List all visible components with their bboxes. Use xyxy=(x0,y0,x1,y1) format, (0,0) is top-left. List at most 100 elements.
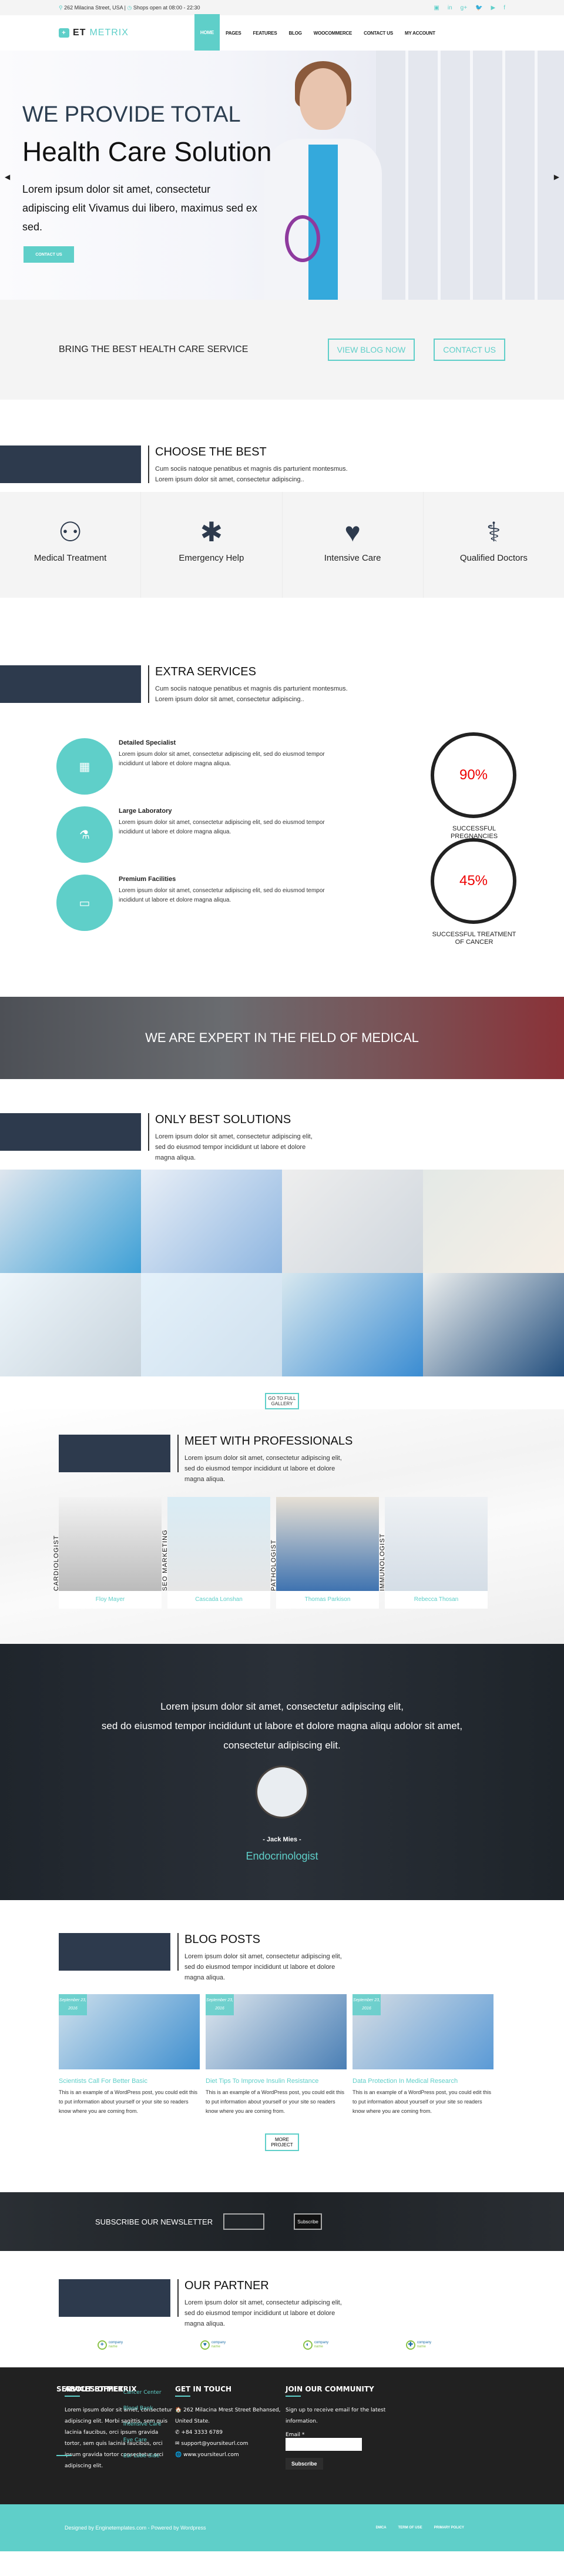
logo[interactable]: + ET METRIX xyxy=(59,28,129,38)
member-name[interactable]: Cascada Lonshan xyxy=(167,1591,270,1609)
twitter-icon[interactable]: 🐦 xyxy=(475,5,482,11)
laptop-icon: ▭ xyxy=(56,875,113,931)
footer-credit: Designed by Enginetemplates.com - Powere… xyxy=(65,2525,206,2531)
team-card[interactable]: Cascada Lonshan SEO MARKETING xyxy=(162,1497,270,1609)
post-image[interactable]: September 23, 2016 xyxy=(352,1994,494,2069)
gallery-image[interactable] xyxy=(282,1170,423,1273)
gallery-image[interactable] xyxy=(423,1273,564,1376)
footer-heading: JOIN OUR COMMUNITY xyxy=(286,2385,396,2397)
team-card[interactable]: Rebecca Thosan IMMUNOLOGIST xyxy=(379,1497,488,1609)
heading-block xyxy=(0,1113,141,1151)
footer-link-privacy[interactable]: PRIMARY POLICY xyxy=(434,2526,464,2530)
partner-logo[interactable]: + company name xyxy=(97,2340,123,2350)
feature-label: Qualified Doctors xyxy=(459,553,528,563)
section-line2: Lorem ipsum dolor sit amet, consectetur … xyxy=(155,476,304,483)
nav-woocommerce[interactable]: WOOCOMMERCE xyxy=(308,15,358,51)
blog-post[interactable]: September 23, 2016 Scientists Call For B… xyxy=(59,1994,200,2116)
section-title: EXTRA SERVICES xyxy=(155,665,256,678)
gallery-image[interactable] xyxy=(423,1170,564,1273)
contact-us-button[interactable]: CONTACT US xyxy=(434,339,505,361)
section-heading: BLOG POSTS Lorem ipsum dolor sit amet, c… xyxy=(0,1933,564,1981)
extra-services-section: EXTRA SERVICES Cum sociis natoque penati… xyxy=(0,665,564,997)
services-area: ▦ Detailed Specialist Lorem ipsum dolor s… xyxy=(0,703,564,997)
section-heading: CHOOSE THE BEST Cum sociis natoque penat… xyxy=(0,445,564,483)
slider-prev-arrow-icon[interactable]: ◀ xyxy=(5,173,10,181)
cta-bar-title: BRING THE BEST HEALTH CARE SERVICE xyxy=(59,344,249,354)
feature-item[interactable]: ⚕ Qualified Doctors xyxy=(424,492,564,598)
section-title: MEET WITH PROFESSIONALS xyxy=(184,1435,353,1448)
partner-logo[interactable]: ♥ company name xyxy=(200,2340,226,2350)
nav-blog[interactable]: BLOG xyxy=(283,15,307,51)
footer-service-link[interactable]: Cancer Center xyxy=(123,2385,162,2401)
testimonial-line1: Lorem ipsum dolor sit amet, consectetur … xyxy=(160,1701,404,1712)
nav-my-account[interactable]: MY ACCOUNT xyxy=(399,15,441,51)
youtube-icon[interactable]: ▶ xyxy=(491,5,496,11)
gallery-image[interactable] xyxy=(0,1170,141,1273)
linkedin-icon[interactable]: in xyxy=(448,5,452,11)
footer-service-link[interactable]: Eye Care xyxy=(123,2433,162,2448)
facebook-icon[interactable]: f xyxy=(503,5,505,11)
gallery-image[interactable] xyxy=(141,1170,282,1273)
circle-logo-icon: ◐ xyxy=(303,2340,313,2350)
footer-website[interactable]: 🌐 www.yoursiteurl.com xyxy=(175,2450,286,2461)
view-blog-button[interactable]: VIEW BLOG NOW xyxy=(327,339,415,361)
slider-next-arrow-icon[interactable]: ▶ xyxy=(554,173,559,181)
section-heading: OUR PARTNER Lorem ipsum dolor sit amet, … xyxy=(0,2279,564,2327)
post-title[interactable]: Diet Tips To Improve Insulin Resistance xyxy=(206,2078,347,2085)
section-title: ONLY BEST SOLUTIONS xyxy=(155,1113,291,1126)
nav-contact-us[interactable]: CONTACT US xyxy=(358,15,399,51)
footer-email[interactable]: ✉ support@yoursiteurl.com xyxy=(175,2438,286,2450)
footer-service-link[interactable]: Blood Bank xyxy=(123,2401,162,2417)
partner-logo[interactable]: ◐ company name xyxy=(303,2340,328,2350)
footer-service-link[interactable]: Intensive Care xyxy=(123,2417,162,2433)
hero-contact-button[interactable]: CONTACT US xyxy=(24,246,74,263)
member-name[interactable]: Thomas Parkison xyxy=(276,1591,379,1609)
footer-subscribe-button[interactable]: Subscribe xyxy=(286,2458,323,2470)
more-project-button[interactable]: MORE PROJECT xyxy=(265,2133,299,2151)
footer-link-dmca[interactable]: DMCA xyxy=(376,2526,387,2530)
post-title[interactable]: Scientists Call For Better Basic xyxy=(59,2078,200,2085)
gallery-image[interactable] xyxy=(141,1273,282,1376)
footer-link-terms[interactable]: TERM OF USE xyxy=(398,2526,422,2530)
section-line1: Cum sociis natoque penatibus et magnis d… xyxy=(155,465,348,473)
nav-home[interactable]: HOME xyxy=(194,14,220,51)
hospital-icon: ▦ xyxy=(56,738,113,795)
member-name[interactable]: Floy Mayer xyxy=(59,1591,162,1609)
nav-pages[interactable]: PAGES xyxy=(220,15,247,51)
blog-post[interactable]: September 23, 2016 Data Protection In Me… xyxy=(352,1994,494,2116)
email-label: Email * xyxy=(286,2432,305,2438)
footer-heading: GET IN TOUCH xyxy=(175,2385,286,2397)
newsletter-email-input[interactable] xyxy=(223,2213,265,2230)
feature-list: ⚇ Medical Treatment ✱ Emergency Help ♥ Inte… xyxy=(0,492,564,598)
blog-section: BLOG POSTS Lorem ipsum dolor sit amet, c… xyxy=(0,1900,564,2175)
post-title[interactable]: Data Protection In Medical Research xyxy=(352,2078,494,2085)
blog-post[interactable]: September 23, 2016 Diet Tips To Improve … xyxy=(206,1994,347,2116)
post-image[interactable]: September 23, 2016 xyxy=(206,1994,347,2069)
feature-label: Medical Treatment xyxy=(33,553,107,563)
instagram-icon[interactable]: ▣ xyxy=(434,5,439,11)
choose-section: CHOOSE THE BEST Cum sociis natoque penat… xyxy=(0,445,564,598)
member-name[interactable]: Rebecca Thosan xyxy=(385,1591,488,1609)
feature-item[interactable]: ✱ Emergency Help xyxy=(141,492,283,598)
service-text: Lorem ipsum dolor sit amet, consectetur … xyxy=(119,819,325,835)
full-gallery-button[interactable]: GO TO FULL GALLERY xyxy=(265,1393,299,1409)
feature-item[interactable]: ⚇ Medical Treatment xyxy=(0,492,142,598)
google-plus-icon[interactable]: g+ xyxy=(461,5,467,11)
newsletter-subscribe-button[interactable]: Subscribe xyxy=(294,2213,323,2230)
hero-description: Lorem ipsum dolor sit amet, consectetur … xyxy=(22,183,257,233)
medical-cross-icon: + xyxy=(97,2340,107,2350)
feature-item[interactable]: ♥ Intensive Care xyxy=(283,492,424,598)
partner-logo[interactable]: ✚ company name xyxy=(405,2340,431,2350)
team-card[interactable]: Floy Mayer CARDIOLOGIST xyxy=(53,1497,162,1609)
nav-features[interactable]: FEATURES xyxy=(247,15,283,51)
site-footer: ABOUT ET METRIX Lorem ipsum dolor sit am… xyxy=(0,2367,564,2503)
footer-email-input[interactable] xyxy=(286,2438,362,2451)
service-text: Lorem ipsum dolor sit amet, consectetur … xyxy=(119,887,325,903)
gallery-image[interactable] xyxy=(0,1273,141,1376)
team-card[interactable]: Thomas Parkison PATHOLOGIST xyxy=(270,1497,379,1609)
star-of-life-icon: ✱ xyxy=(200,517,223,547)
gallery-image[interactable] xyxy=(282,1273,423,1376)
footer-service-link[interactable]: Ear Lobe Side xyxy=(123,2448,162,2464)
post-image[interactable]: September 23, 2016 xyxy=(59,1994,200,2069)
stat-item: 45% SUCCESSFUL TREATMENT OF CANCER xyxy=(431,838,518,946)
